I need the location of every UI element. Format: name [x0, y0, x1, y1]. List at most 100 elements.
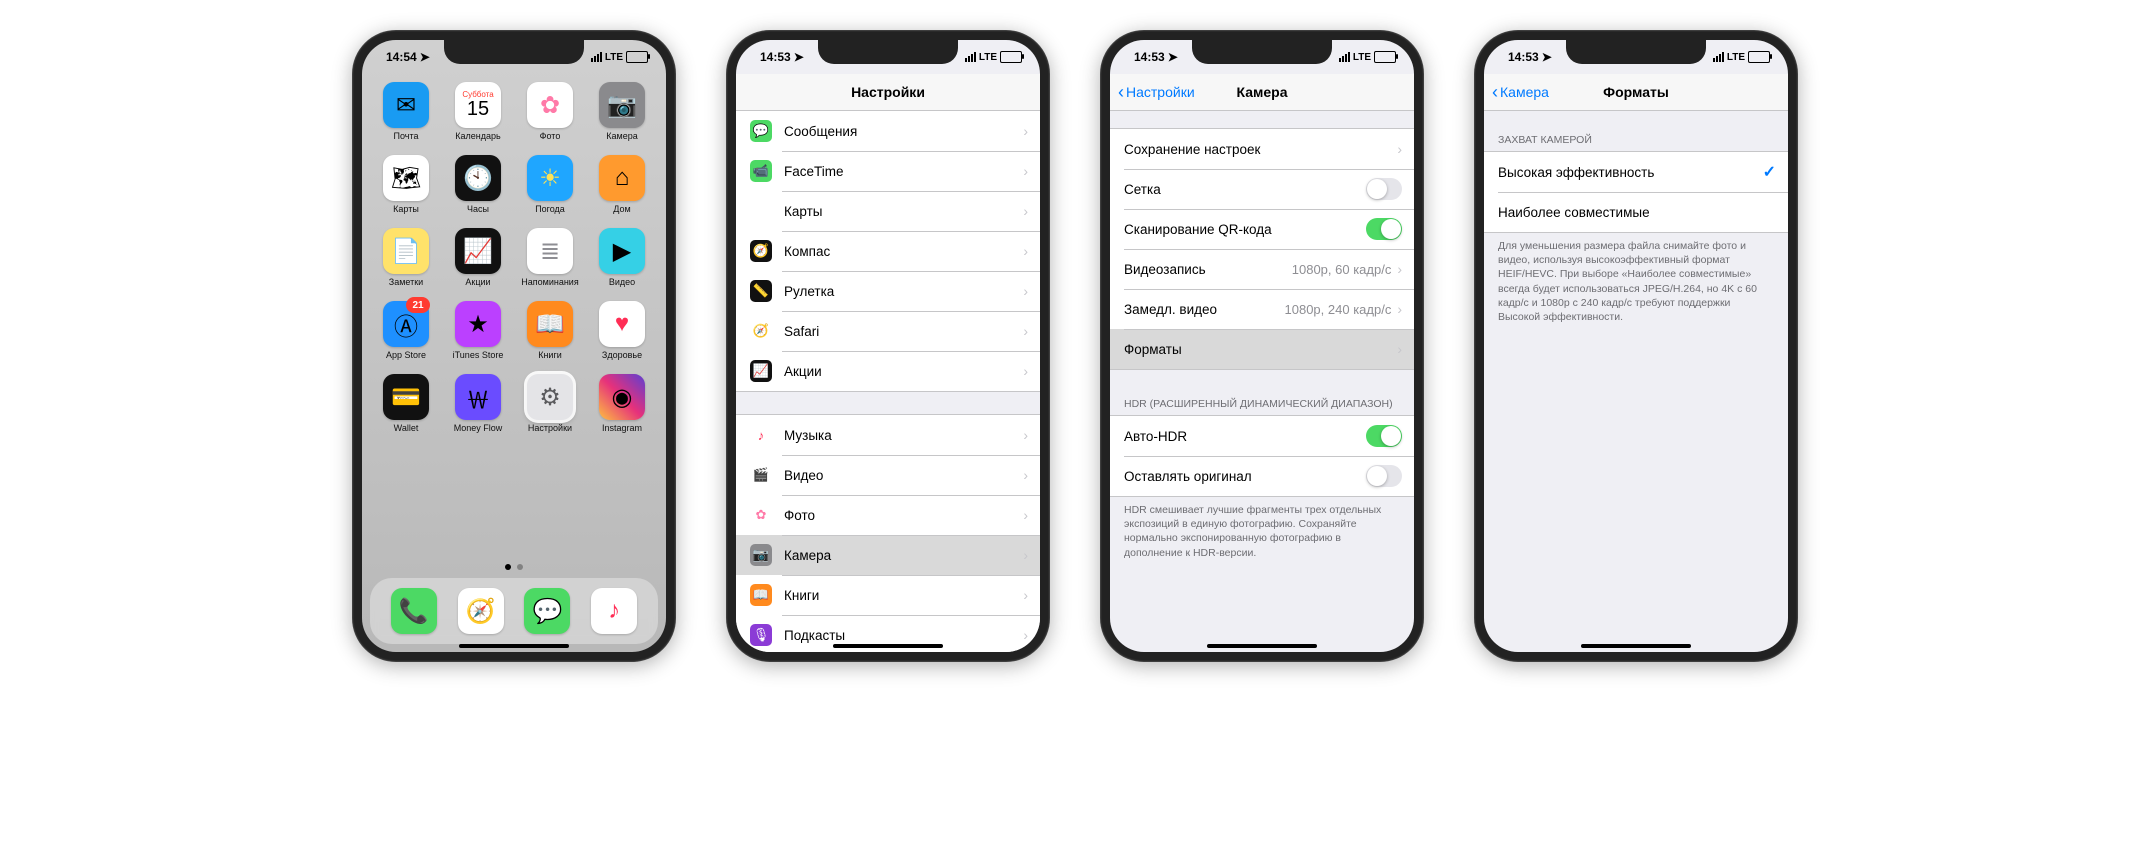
nav-bar: Настройки — [736, 74, 1040, 111]
row-icon: 📷 — [750, 544, 772, 566]
row-Сетка[interactable]: Сетка — [1110, 169, 1414, 209]
settings-row-Видео[interactable]: 🎬Видео› — [736, 455, 1040, 495]
chevron-left-icon: ‹ — [1492, 82, 1498, 103]
battery-icon — [1374, 51, 1396, 63]
app-Фото[interactable]: ✿Фото — [520, 82, 580, 141]
row-icon: ♪ — [750, 424, 772, 446]
row-Сохранение настроек[interactable]: Сохранение настроек› — [1110, 129, 1414, 169]
location-icon: ➤ — [1168, 50, 1178, 64]
app-Книги[interactable]: 📖Книги — [520, 301, 580, 360]
home-indicator[interactable] — [459, 644, 569, 648]
settings-row-Компас[interactable]: 🧭Компас› — [736, 231, 1040, 271]
dock-phone[interactable]: 📞 — [391, 588, 437, 634]
app-Часы[interactable]: 🕙Часы — [448, 155, 508, 214]
row-Сканирование QR-кода[interactable]: Сканирование QR-кода — [1110, 209, 1414, 249]
network-label: LTE — [1727, 52, 1745, 63]
app-label: Почта — [394, 131, 419, 141]
chevron-right-icon: › — [1023, 323, 1028, 339]
home-indicator[interactable] — [1207, 644, 1317, 648]
row-label: Сетка — [1124, 182, 1366, 197]
toggle[interactable] — [1366, 218, 1402, 240]
toggle[interactable] — [1366, 425, 1402, 447]
app-Money Flow[interactable]: ￦Money Flow — [448, 374, 508, 433]
app-Дом[interactable]: ⌂Дом — [592, 155, 652, 214]
app-Wallet[interactable]: 💳Wallet — [376, 374, 436, 433]
row-Замедл. видео[interactable]: Замедл. видео1080p, 240 кадр/с› — [1110, 289, 1414, 329]
settings-row-Акции[interactable]: 📈Акции› — [736, 351, 1040, 391]
row-label: Safari — [784, 324, 1023, 339]
row-label: Рулетка — [784, 284, 1023, 299]
row-label: Книги — [784, 588, 1023, 603]
app-label: Карты — [393, 204, 419, 214]
app-label: Money Flow — [454, 423, 503, 433]
app-App Store[interactable]: Ⓐ21App Store — [376, 301, 436, 360]
dock-safari[interactable]: 🧭 — [458, 588, 504, 634]
app-Напоминания[interactable]: ≣Напоминания — [520, 228, 580, 287]
row-label: Видеозапись — [1124, 262, 1292, 277]
settings-row-Сообщения[interactable]: 💬Сообщения› — [736, 111, 1040, 151]
home-indicator[interactable] — [833, 644, 943, 648]
toggle[interactable] — [1366, 178, 1402, 200]
row-icon: 📹 — [750, 160, 772, 182]
app-Календарь[interactable]: Суббота15Календарь — [448, 82, 508, 141]
settings-row-Книги[interactable]: 📖Книги› — [736, 575, 1040, 615]
device-home: 14:54➤ LTE ✉ПочтаСуббота15Календарь✿Фото… — [352, 30, 676, 662]
back-button[interactable]: ‹Камера — [1484, 82, 1549, 103]
app-label: Видео — [609, 277, 635, 287]
home-indicator[interactable] — [1581, 644, 1691, 648]
hdr-header: HDR (РАСШИРЕННЫЙ ДИНАМИЧЕСКИЙ ДИАПАЗОН) — [1110, 392, 1414, 415]
app-Заметки[interactable]: 📄Заметки — [376, 228, 436, 287]
app-Видео[interactable]: ▶Видео — [592, 228, 652, 287]
app-iTunes Store[interactable]: ★iTunes Store — [448, 301, 508, 360]
chevron-right-icon: › — [1023, 283, 1028, 299]
app-Камера[interactable]: 📷Камера — [592, 82, 652, 141]
chevron-right-icon: › — [1023, 507, 1028, 523]
row-icon: 💬 — [750, 120, 772, 142]
settings-row-Safari[interactable]: 🧭Safari› — [736, 311, 1040, 351]
battery-icon — [1748, 51, 1770, 63]
toggle[interactable] — [1366, 465, 1402, 487]
app-icon: 📄 — [383, 228, 429, 274]
settings-row-Рулетка[interactable]: 📏Рулетка› — [736, 271, 1040, 311]
settings-row-FaceTime[interactable]: 📹FaceTime› — [736, 151, 1040, 191]
settings-row-Карты[interactable]: 🗺Карты› — [736, 191, 1040, 231]
row-label: Компас — [784, 244, 1023, 259]
format-option-Высокая эффективность[interactable]: Высокая эффективность✓ — [1484, 152, 1788, 192]
app-Карты[interactable]: 🗺 Карты — [376, 155, 436, 214]
row-Видеозапись[interactable]: Видеозапись1080p, 60 кадр/с› — [1110, 249, 1414, 289]
settings-row-Фото[interactable]: ✿Фото› — [736, 495, 1040, 535]
app-label: Камера — [606, 131, 637, 141]
app-icon: 🗺 — [383, 155, 429, 201]
chevron-right-icon: › — [1023, 547, 1028, 563]
row-label: Оставлять оригинал — [1124, 469, 1366, 484]
chevron-right-icon: › — [1023, 363, 1028, 379]
app-label: iTunes Store — [453, 350, 504, 360]
app-Настройки[interactable]: ⚙Настройки — [520, 374, 580, 433]
status-time: 14:53 — [1134, 50, 1165, 64]
app-icon: Суббота15 — [455, 82, 501, 128]
settings-row-Камера[interactable]: 📷Камера› — [736, 535, 1040, 575]
row-Оставлять оригинал[interactable]: Оставлять оригинал — [1110, 456, 1414, 496]
row-detail: 1080p, 60 кадр/с — [1292, 262, 1392, 277]
app-Здоровье[interactable]: ♥Здоровье — [592, 301, 652, 360]
row-icon: 🎙 — [750, 624, 772, 646]
app-icon: 🕙 — [455, 155, 501, 201]
dock-messages[interactable]: 💬 — [524, 588, 570, 634]
nav-bar: ‹Камера Форматы — [1484, 74, 1788, 111]
battery-icon — [1000, 51, 1022, 63]
row-Авто-HDR[interactable]: Авто-HDR — [1110, 416, 1414, 456]
dock: 📞 🧭 💬 ♪ — [370, 578, 658, 644]
settings-row-Музыка[interactable]: ♪Музыка› — [736, 415, 1040, 455]
format-option-Наиболее совместимые[interactable]: Наиболее совместимые — [1484, 192, 1788, 232]
chevron-right-icon: › — [1397, 341, 1402, 357]
app-label: Акции — [465, 277, 490, 287]
app-Instagram[interactable]: ◉Instagram — [592, 374, 652, 433]
app-Погода[interactable]: ☀Погода — [520, 155, 580, 214]
app-Акции[interactable]: 📈Акции — [448, 228, 508, 287]
notch — [1566, 40, 1706, 64]
dock-music[interactable]: ♪ — [591, 588, 637, 634]
formats-header: ЗАХВАТ КАМЕРОЙ — [1484, 128, 1788, 151]
app-Почта[interactable]: ✉Почта — [376, 82, 436, 141]
row-Форматы[interactable]: Форматы› — [1110, 329, 1414, 369]
back-button[interactable]: ‹Настройки — [1110, 82, 1195, 103]
